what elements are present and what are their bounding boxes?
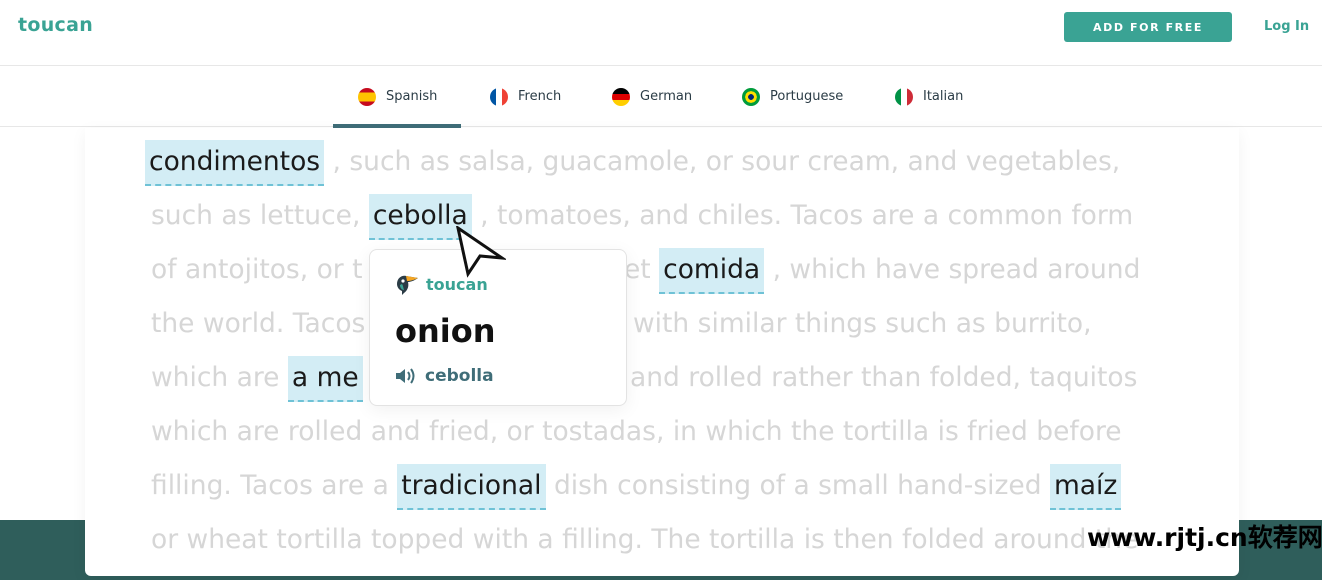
tab-italian[interactable]: Italian — [895, 66, 963, 127]
plain-text: , tomatoes, and chiles. Tacos are a comm… — [471, 200, 1134, 231]
text-line: condimentos , such as salsa, guacamole, … — [145, 135, 1120, 189]
highlighted-word[interactable]: maíz — [1049, 464, 1122, 510]
france-flag-icon — [490, 87, 508, 106]
plain-text: such as lettuce, — [151, 200, 369, 231]
plain-text: filling. Tacos are a — [151, 470, 398, 501]
tab-portuguese[interactable]: Portuguese — [742, 66, 843, 127]
plain-text: et — [624, 254, 660, 285]
text-line: which are a me — [151, 351, 363, 405]
plain-text: , such as salsa, guacamole, or sour crea… — [324, 146, 1121, 177]
speaker-icon[interactable] — [395, 367, 417, 385]
plain-text: and rolled rather than folded, taquitos — [630, 362, 1138, 393]
tab-label: Portuguese — [770, 89, 844, 104]
spain-flag-icon — [358, 87, 376, 106]
germany-flag-icon — [612, 87, 630, 106]
login-link[interactable]: Log In — [1264, 19, 1309, 34]
top-header: toucan ADD FOR FREE Log In — [0, 0, 1322, 66]
text-line: et comida , which have spread around — [624, 243, 1140, 297]
plain-text: which are — [151, 362, 288, 393]
toucan-logo[interactable]: toucan — [18, 14, 93, 36]
text-line: of antojitos, or t — [151, 243, 363, 297]
text-line: with similar things such as burrito, — [633, 297, 1092, 351]
source-word-row[interactable]: cebolla — [395, 366, 494, 386]
plain-text: , which have spread around — [764, 254, 1141, 285]
toucan-bird-icon — [397, 275, 418, 295]
language-tabs: Spanish French German Portuguese Italian — [0, 66, 1322, 128]
highlighted-word[interactable]: comida — [659, 248, 765, 294]
source-word: cebolla — [425, 366, 494, 386]
watermark-text: www.rjtj.cn软荐网 — [1087, 523, 1322, 552]
translation-word: onion — [395, 312, 496, 350]
mouse-cursor-icon — [456, 226, 506, 278]
plain-text: of antojitos, or t — [151, 254, 363, 285]
highlighted-word[interactable]: tradicional — [397, 464, 546, 510]
text-line: which are rolled and fried, or tostadas,… — [151, 405, 1122, 459]
tab-french[interactable]: French — [490, 66, 561, 127]
text-line: filling. Tacos are a tradicional dish co… — [151, 459, 1122, 513]
tab-label: Italian — [923, 89, 964, 104]
plain-text: which are rolled and fried, or tostadas,… — [151, 416, 1122, 447]
plain-text: the world. Tacos — [151, 308, 366, 339]
text-line: the world. Tacos — [151, 297, 365, 351]
text-line: or wheat tortilla topped with a filling.… — [151, 513, 1138, 567]
highlighted-word[interactable]: condimentos — [145, 140, 325, 186]
plain-text: with similar things such as burrito, — [633, 308, 1092, 339]
highlighted-word[interactable]: a me — [287, 356, 363, 402]
brazil-flag-icon — [742, 87, 760, 106]
add-for-free-button[interactable]: ADD FOR FREE — [1064, 12, 1232, 42]
text-line: such as lettuce, cebolla , tomatoes, and… — [151, 189, 1133, 243]
tab-label: French — [518, 89, 562, 104]
plain-text: or wheat tortilla topped with a filling.… — [151, 524, 1139, 555]
tab-german[interactable]: German — [612, 66, 692, 127]
text-line: and rolled rather than folded, taquitos — [630, 351, 1137, 405]
tab-spanish[interactable]: Spanish — [332, 66, 462, 128]
tab-label: German — [640, 89, 693, 104]
italy-flag-icon — [895, 87, 913, 106]
plain-text: dish consisting of a small hand-sized — [545, 470, 1050, 501]
tab-label: Spanish — [386, 89, 438, 104]
